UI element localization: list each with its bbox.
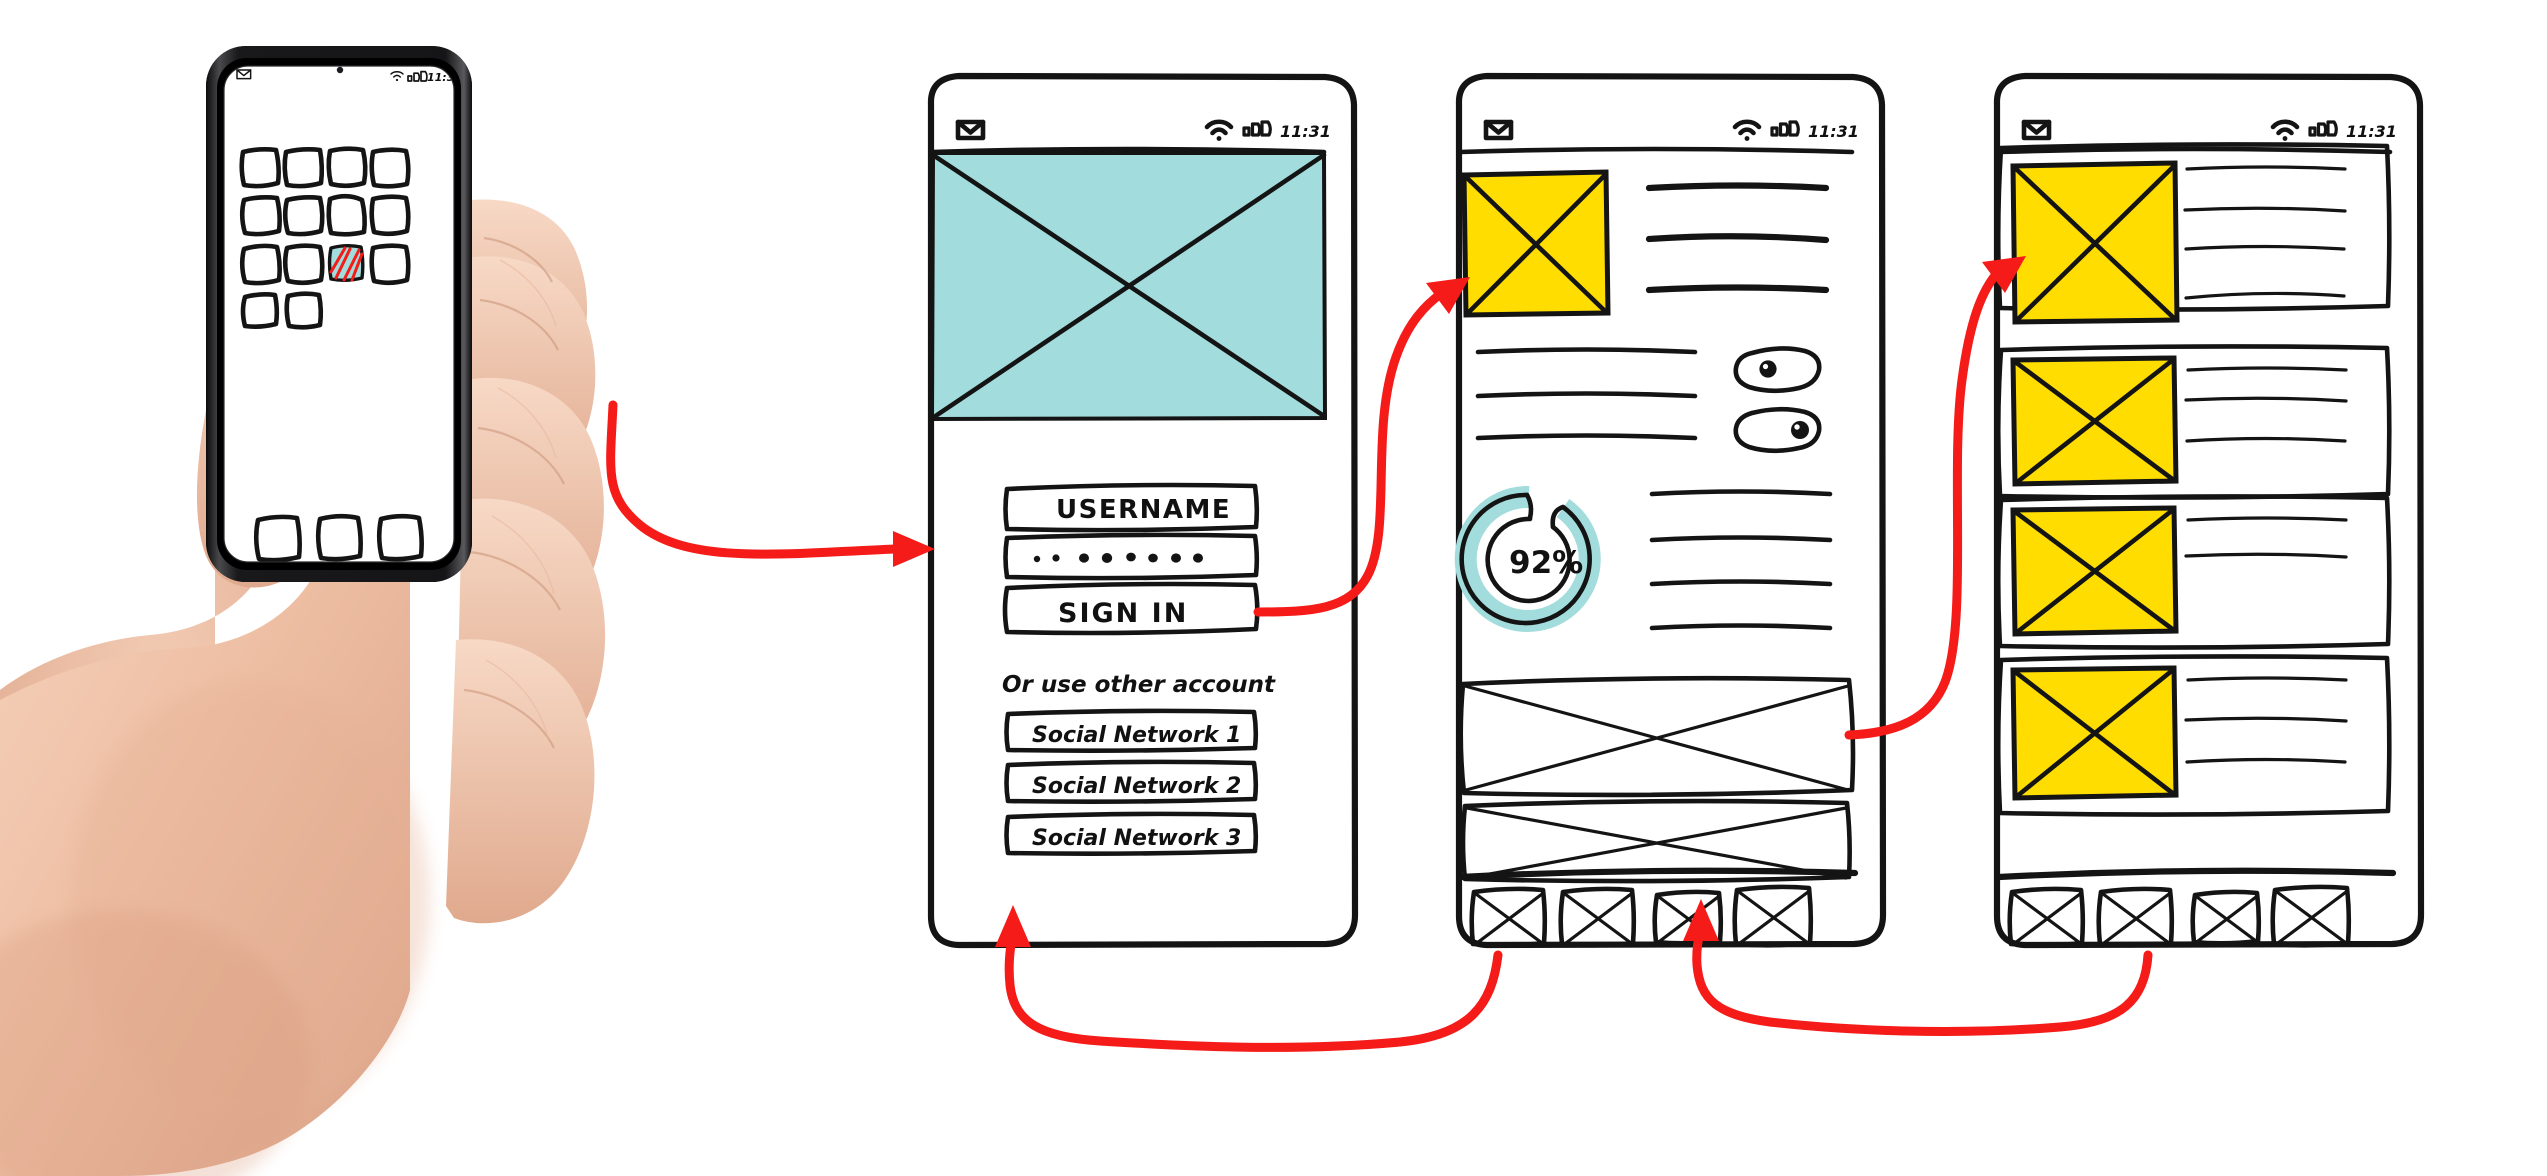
wifi-icon xyxy=(2270,119,2300,141)
status-time: 11:31 xyxy=(1280,122,1331,141)
tab-item[interactable] xyxy=(2007,886,2086,948)
progress-label: 92% xyxy=(1509,545,1583,581)
social-label: Social Network 2 xyxy=(1032,774,1241,799)
item-thumbnail xyxy=(2010,505,2179,637)
item-thumbnail xyxy=(2010,355,2179,487)
wireframe-screens: 11:31 USERNAME SIGN IN Or use other acco… xyxy=(606,72,2425,1052)
detail-lines xyxy=(1649,489,1833,631)
bottom-tab-bar xyxy=(1995,867,2397,948)
list-item[interactable] xyxy=(1995,344,2392,500)
arrow-list-tab-to-dashboard xyxy=(1683,899,2153,1036)
social-button-1[interactable]: Social Network 1 xyxy=(1004,708,1259,753)
password-field[interactable] xyxy=(1003,532,1260,581)
wifi-icon xyxy=(1732,119,1762,141)
item-thumbnail xyxy=(2010,665,2179,801)
password-dots xyxy=(1033,552,1203,563)
item-text-lines xyxy=(2184,516,2348,559)
status-bar: 11:31 xyxy=(955,119,1331,141)
sign-in-label: SIGN IN xyxy=(1058,598,1188,629)
item-text-lines xyxy=(2183,165,2347,300)
item-text-lines xyxy=(2184,366,2348,443)
list-screen: 11:31 xyxy=(1993,72,2425,949)
progress-ring: 92% xyxy=(1454,485,1601,632)
wifi-icon xyxy=(1204,119,1234,141)
item-text-lines xyxy=(2184,676,2348,764)
envelope-icon xyxy=(1483,119,1514,141)
list-item[interactable] xyxy=(1995,494,2392,650)
settings-rows xyxy=(1475,347,1698,441)
signal-bars-icon xyxy=(2308,120,2338,137)
social-label: Social Network 1 xyxy=(1032,723,1241,748)
tab-item[interactable] xyxy=(1558,886,1637,948)
social-button-3[interactable]: Social Network 3 xyxy=(1004,811,1259,856)
item-thumbnail xyxy=(2010,160,2180,325)
wireframe-flow-scene: 11:31 11:31 USERNAME SIGN IN Or use othe… xyxy=(0,0,2547,1176)
status-bar: 11:31 xyxy=(1483,119,1859,141)
other-account-label: Or use other account xyxy=(1002,672,1276,698)
dashboard-screen: 11:31 92% xyxy=(1454,72,1887,949)
tab-item[interactable] xyxy=(2190,889,2262,946)
arrow-dashboard-tab-to-login xyxy=(995,905,1503,1052)
status-bar: 11:31 xyxy=(2021,119,2397,141)
envelope-icon xyxy=(2021,119,2052,141)
tab-item[interactable] xyxy=(2096,886,2175,948)
toggle-setting-2[interactable] xyxy=(1733,406,1822,454)
username-field[interactable]: USERNAME xyxy=(1003,482,1260,533)
tab-item[interactable] xyxy=(1469,886,1548,948)
list-item[interactable] xyxy=(1995,142,2392,325)
thumbnail-placeholder xyxy=(1461,169,1611,318)
social-button-2[interactable]: Social Network 2 xyxy=(1004,759,1259,804)
social-label: Social Network 3 xyxy=(1032,826,1241,851)
heading-lines xyxy=(1645,182,1830,294)
login-screen: 11:31 USERNAME SIGN IN Or use other acco… xyxy=(927,72,1359,949)
hero-image-placeholder xyxy=(929,151,1328,422)
signal-bars-icon xyxy=(1242,120,1272,137)
list-item[interactable] xyxy=(1995,654,2392,817)
toggle-setting-1[interactable] xyxy=(1733,346,1822,394)
envelope-icon xyxy=(955,119,986,141)
status-time: 11:31 xyxy=(1808,122,1859,141)
status-time: 11:31 xyxy=(2346,122,2397,141)
username-value: USERNAME xyxy=(1056,495,1231,525)
arrow-home-to-login xyxy=(606,400,935,567)
banner-large[interactable] xyxy=(1458,675,1856,798)
tab-item[interactable] xyxy=(2270,884,2352,948)
signal-bars-icon xyxy=(1770,120,1800,137)
tab-item[interactable] xyxy=(1732,884,1814,948)
sign-in-button[interactable]: SIGN IN xyxy=(1002,581,1260,636)
flow-arrows xyxy=(606,256,2153,1052)
